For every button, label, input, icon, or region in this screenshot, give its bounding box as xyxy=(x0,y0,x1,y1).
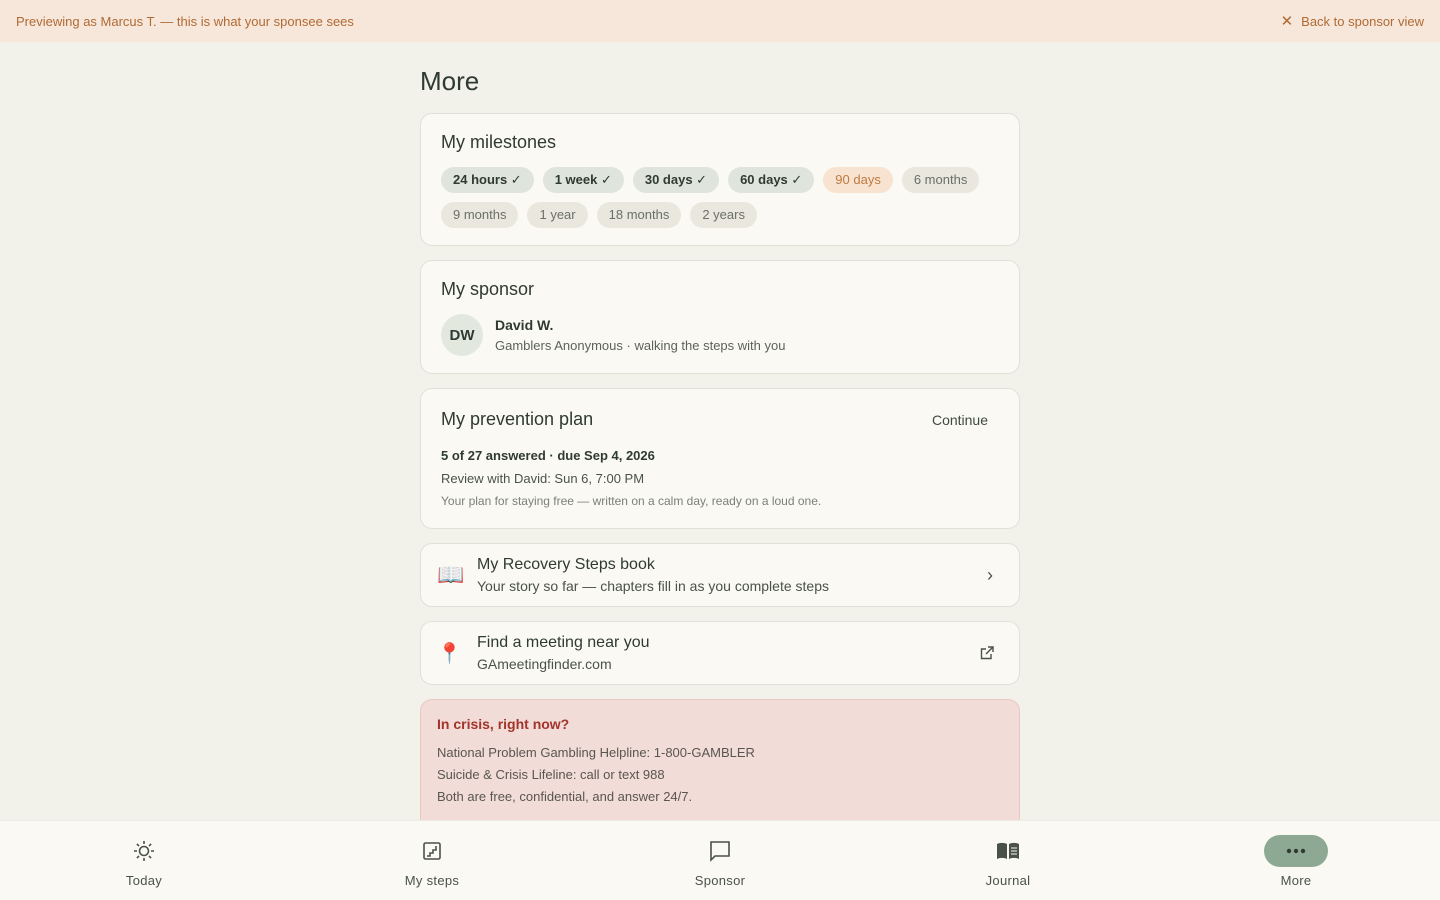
nav-label-my-steps: My steps xyxy=(404,873,460,888)
milestone-chip: 2 years xyxy=(690,202,757,228)
main-content: More My milestones 24 hours ✓ 1 week ✓ 3… xyxy=(420,42,1020,829)
milestone-chip: 30 days ✓ xyxy=(632,167,720,193)
sponsor-name: David W. xyxy=(495,317,554,333)
nav-item-sponsor[interactable]: Sponsor xyxy=(660,835,780,888)
preview-text: Previewing as Marcus T. — this is what y… xyxy=(16,13,354,29)
recovery-book-link[interactable]: 📖 My Recovery Steps book Your story so f… xyxy=(420,543,1020,607)
nav-label-journal: Journal xyxy=(985,873,1031,888)
find-meeting-title: Find a meeting near you xyxy=(477,634,650,651)
steps-icon xyxy=(400,835,464,867)
avatar: DW xyxy=(441,314,483,356)
milestone-chip: 24 hours ✓ xyxy=(441,167,534,193)
pin-icon: 📍 xyxy=(437,642,462,665)
milestone-chip-next: 90 days xyxy=(823,167,893,193)
nav-item-more[interactable]: More xyxy=(1236,835,1356,888)
crisis-line-helpline: National Problem Gambling Helpline: 1-80… xyxy=(437,745,755,760)
crisis-card: In crisis, right now? National Problem G… xyxy=(420,699,1020,829)
plan-review: Review with David: Sun 6, 7:00 PM xyxy=(441,471,645,486)
recovery-book-subtitle: Your story so far — chapters fill in as … xyxy=(477,578,829,594)
sponsor-row: DW David W. Gamblers Anonymous · walking… xyxy=(441,314,999,356)
preview-banner: Previewing as Marcus T. — this is what y… xyxy=(0,0,1440,42)
close-icon: ✕ xyxy=(1280,12,1294,30)
milestone-chip: 9 months xyxy=(441,202,519,228)
milestone-chip: 18 months xyxy=(596,202,682,228)
sponsor-subtitle: Gamblers Anonymous · walking the steps w… xyxy=(495,338,786,353)
sponsor-card: My sponsor DW David W. Gamblers Anonymou… xyxy=(420,260,1020,374)
open-book-icon: 📖 xyxy=(437,562,465,587)
crisis-line-note: Both are free, confidential, and answer … xyxy=(437,789,693,804)
milestone-chip: 1 year xyxy=(527,202,588,228)
nav-item-today[interactable]: Today xyxy=(84,835,204,888)
plan-note: Your plan for staying free — written on … xyxy=(441,494,822,508)
nav-label-more: More xyxy=(1280,873,1312,888)
nav-item-journal[interactable]: Journal xyxy=(948,835,1068,888)
crisis-lines: National Problem Gambling Helpline: 1-80… xyxy=(437,742,1003,808)
back-to-sponsor-view-label: Back to sponsor view xyxy=(1301,13,1424,29)
external-link-icon xyxy=(979,645,995,661)
sun-icon xyxy=(112,835,176,867)
milestones-title: My milestones xyxy=(441,132,557,152)
more-icon xyxy=(1264,835,1328,867)
milestone-chip: 6 months xyxy=(901,167,980,193)
milestone-chip: 1 week ✓ xyxy=(542,167,624,193)
crisis-title: In crisis, right now? xyxy=(437,716,570,732)
nav-label-sponsor: Sponsor xyxy=(694,873,746,888)
milestones-card: My milestones 24 hours ✓ 1 week ✓ 30 day… xyxy=(420,113,1020,246)
recovery-book-title: My Recovery Steps book xyxy=(477,556,655,573)
milestone-chips: 24 hours ✓ 1 week ✓ 30 days ✓ 60 days ✓ … xyxy=(441,167,981,228)
find-meeting-subtitle: GAmeetingfinder.com xyxy=(477,656,612,672)
chevron-right-icon: › xyxy=(987,564,993,585)
plan-progress: 5 of 27 answered · due Sep 4, 2026 xyxy=(441,448,655,463)
continue-button[interactable]: Continue xyxy=(932,412,988,428)
milestone-chip: 60 days ✓ xyxy=(728,167,815,193)
nav-item-my-steps[interactable]: My steps xyxy=(372,835,492,888)
find-meeting-link[interactable]: 📍 Find a meeting near you GAmeetingfinde… xyxy=(420,621,1020,685)
journal-icon xyxy=(976,835,1040,867)
nav-label-today: Today xyxy=(125,873,163,888)
page-title: More xyxy=(420,66,480,96)
crisis-line-lifeline: Suicide & Crisis Lifeline: call or text … xyxy=(437,767,665,782)
chat-icon xyxy=(688,835,752,867)
back-to-sponsor-view-button[interactable]: ✕ Back to sponsor view xyxy=(1281,14,1424,29)
prevention-plan-title: My prevention plan xyxy=(441,409,594,429)
prevention-plan-card: My prevention plan Continue 5 of 27 answ… xyxy=(420,388,1020,529)
sponsor-title: My sponsor xyxy=(441,279,535,299)
bottom-navigation: Today My steps Sponsor Journal More xyxy=(0,820,1440,900)
